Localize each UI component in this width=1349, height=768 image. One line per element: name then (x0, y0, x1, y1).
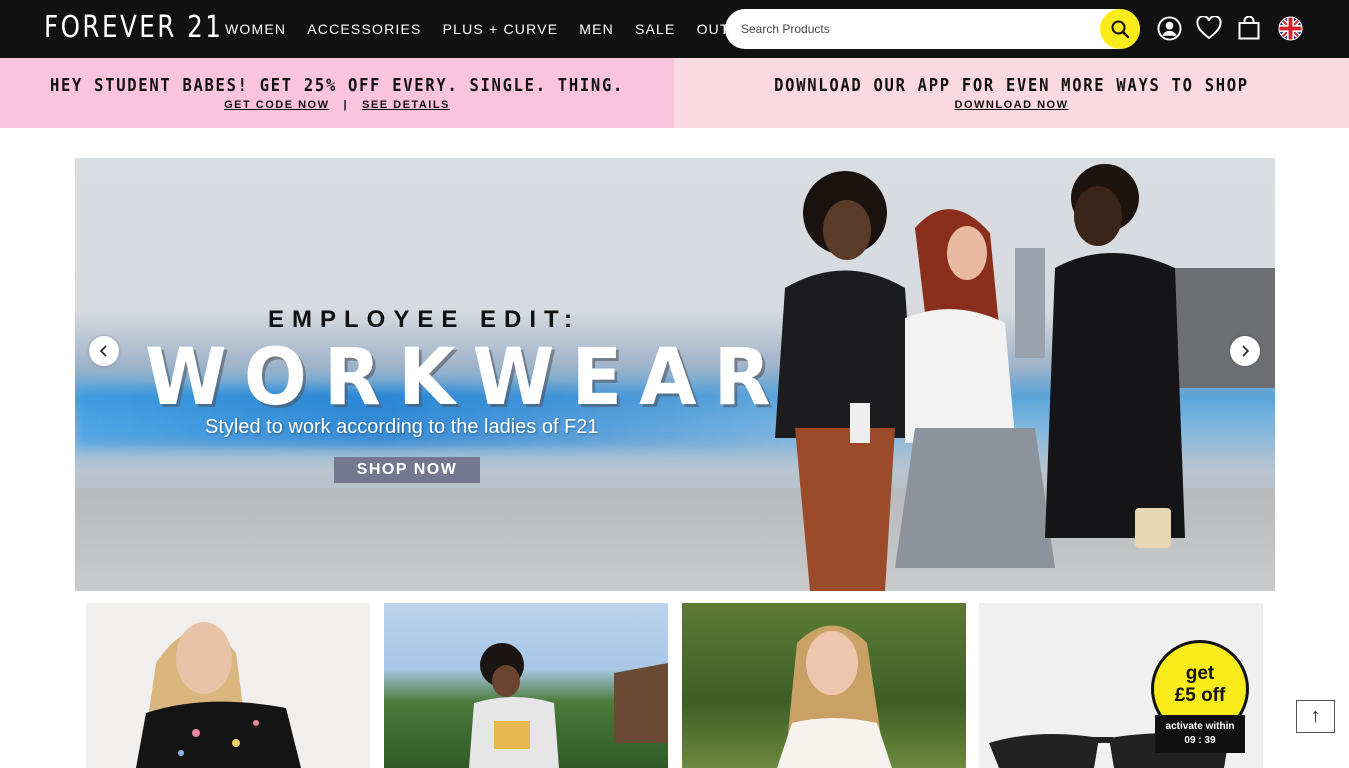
chevron-left-icon (99, 345, 107, 357)
coupon-title-line2: £5 off (1174, 685, 1226, 706)
hero-subhead: Styled to work according to the ladies o… (205, 416, 599, 438)
search-button[interactable] (1100, 9, 1140, 49)
model-graphic-tee-image (469, 643, 668, 768)
search-icon (1111, 20, 1130, 39)
model-floral-top-image (136, 622, 301, 768)
app-promo-title: DOWNLOAD OUR APP FOR EVEN MORE WAYS TO S… (774, 75, 1249, 96)
nav-accessories[interactable]: ACCESSORIES (307, 21, 421, 37)
nav-sale[interactable]: SALE (635, 21, 676, 37)
see-details-link[interactable]: SEE DETAILS (362, 99, 450, 111)
promo-separator: | (343, 99, 349, 111)
model-floral-dress-image (777, 625, 892, 768)
student-discount-banner: HEY STUDENT BABES! GET 25% OFF EVERY. SI… (0, 58, 674, 128)
arrow-up-icon: ↑ (1310, 705, 1321, 727)
site-header: FOREVER 21 WOMEN ACCESSORIES PLUS + CURV… (0, 0, 1349, 58)
hero-banner[interactable]: EMPLOYEE EDIT: WORKWEAR Styled to work a… (75, 158, 1275, 591)
coupon-timer-label: activate within (1165, 721, 1235, 732)
student-promo-links: GET CODE NOW | SEE DETAILS (0, 99, 674, 111)
account-button[interactable] (1156, 15, 1182, 41)
nav-women[interactable]: WOMEN (225, 21, 286, 37)
coupon-timer[interactable]: activate within 09 : 39 (1155, 715, 1245, 753)
account-icon (1156, 15, 1182, 41)
wishlist-heart-icon (1196, 16, 1222, 40)
shopping-bag-icon (1238, 16, 1260, 40)
download-now-link[interactable]: DOWNLOAD NOW (955, 99, 1069, 111)
category-tile-floral-dress[interactable] (682, 603, 966, 768)
search-input[interactable] (741, 19, 1091, 39)
hero-headline: WORKWEAR (145, 333, 788, 423)
coupon-title-line1: get (1185, 663, 1215, 684)
wishlist-button[interactable] (1196, 15, 1222, 41)
back-to-top-button[interactable]: ↑ (1296, 700, 1335, 733)
region-selector[interactable] (1277, 15, 1303, 41)
app-download-banner: DOWNLOAD OUR APP FOR EVEN MORE WAYS TO S… (674, 58, 1349, 128)
chevron-right-icon (1242, 345, 1250, 357)
hero-models-image (775, 164, 1275, 591)
category-tile-graphic-tee[interactable] (384, 603, 668, 768)
main-nav: WOMEN ACCESSORIES PLUS + CURVE MEN SALE … (225, 0, 780, 58)
nav-men[interactable]: MEN (579, 21, 614, 37)
hero-eyebrow: EMPLOYEE EDIT: (268, 306, 581, 333)
student-promo-title: HEY STUDENT BABES! GET 25% OFF EVERY. SI… (49, 75, 625, 96)
category-tile-floral-top[interactable] (86, 603, 370, 768)
uk-flag-icon (1277, 15, 1303, 41)
carousel-prev-button[interactable] (89, 336, 119, 366)
app-promo-links: DOWNLOAD NOW (674, 99, 1349, 111)
shop-now-button[interactable]: SHOP NOW (334, 457, 480, 483)
coupon-timer-value: 09 : 39 (1184, 735, 1216, 746)
carousel-next-button[interactable] (1230, 336, 1260, 366)
shopping-bag-button[interactable] (1236, 15, 1262, 41)
search-bar (725, 9, 1140, 49)
forever21-logo[interactable]: FOREVER 21 (44, 10, 223, 45)
get-code-link[interactable]: GET CODE NOW (224, 99, 329, 111)
nav-plus-curve[interactable]: PLUS + CURVE (443, 21, 559, 37)
